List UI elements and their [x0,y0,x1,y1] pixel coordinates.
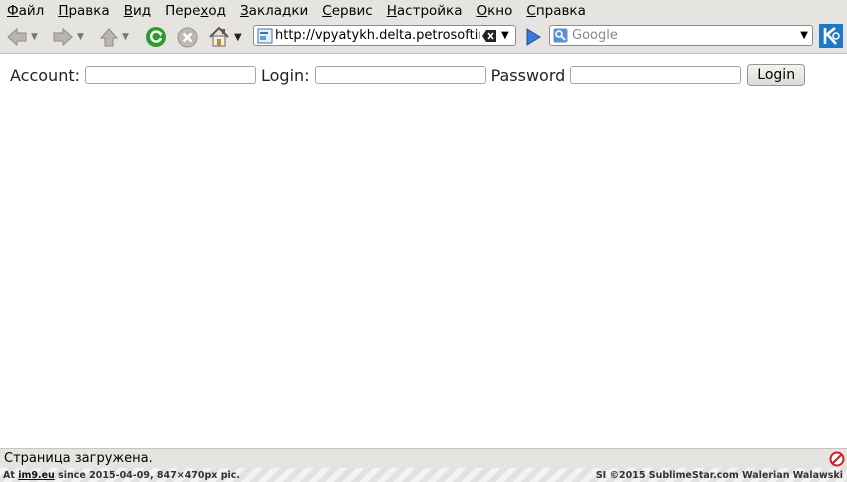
up-dropdown-icon[interactable]: ▼ [122,32,129,42]
url-text[interactable]: http://vpyatykh.delta.petrosoftinc [275,28,480,43]
menu-settings[interactable]: Настройка [380,3,470,19]
menu-go[interactable]: Переход [158,3,233,19]
home-button[interactable]: ▼ [208,26,242,48]
back-dropdown-icon[interactable]: ▼ [31,32,38,42]
menu-view[interactable]: Вид [117,3,158,19]
menu-window[interactable]: Окно [469,3,519,19]
menu-bar: Файл Правка Вид Переход Закладки Сервис … [0,0,847,21]
screenshot-footer: At im9.eu since 2015-04-09, 847×470px pi… [0,468,847,482]
account-label: Account: [10,65,80,85]
forward-button[interactable]: ▼ [52,26,84,48]
go-arrow-icon [526,28,541,46]
home-dropdown-icon[interactable]: ▼ [234,32,242,43]
reload-icon [146,27,166,47]
search-engine-dropdown-icon[interactable]: ▼ [800,30,808,41]
login-button[interactable]: Login [747,64,806,86]
forward-arrow-icon [53,27,73,47]
login-form: Account: Login: Password Login [10,64,806,86]
account-input[interactable] [85,66,256,84]
status-bar: Страница загружена. [0,448,847,468]
menu-help[interactable]: Справка [519,3,593,19]
back-button[interactable]: ▼ [6,26,38,48]
menu-tools[interactable]: Сервис [315,3,379,19]
go-button[interactable] [524,26,542,48]
footer-credit-left: At im9.eu since 2015-04-09, 847×470px pi… [3,469,241,481]
clear-url-icon[interactable] [482,29,496,42]
back-arrow-icon [7,27,27,47]
footer-credit-right: SI ©2015 SublimeStar.com Walerian Walaws… [595,469,843,481]
reload-button[interactable] [145,26,167,48]
menu-edit[interactable]: Правка [51,3,116,19]
search-engine-icon [553,28,568,43]
page-favicon-icon [257,28,273,43]
stop-button[interactable] [177,26,198,48]
footer-site-link[interactable]: im9.eu [18,470,55,481]
forward-dropdown-icon[interactable]: ▼ [77,32,84,42]
home-icon [209,26,229,47]
login-input[interactable] [314,66,486,84]
kde-throbber[interactable] [819,24,843,48]
kde-logo-icon [819,24,843,48]
page-content: Account: Login: Password Login [0,54,847,448]
search-bar[interactable]: Google ▼ [549,25,813,46]
login-label: Login: [261,65,310,85]
stop-icon [177,27,198,47]
password-label: Password [490,65,566,85]
navigation-toolbar: ▼ ▼ ▼ ▼ http://vpyatykh.delta.petrosofti… [0,21,847,54]
up-button[interactable]: ▼ [99,26,129,48]
url-bar[interactable]: http://vpyatykh.delta.petrosoftinc ▼ [253,25,516,46]
url-history-dropdown-icon[interactable]: ▼ [501,30,509,41]
menu-file[interactable]: Файл [0,3,51,19]
password-input[interactable] [570,66,742,84]
menu-bookmarks[interactable]: Закладки [233,3,315,19]
up-arrow-icon [99,28,119,47]
blocked-content-icon[interactable] [829,451,845,467]
status-text: Страница загружена. [4,451,153,466]
search-input[interactable]: Google [572,28,800,43]
